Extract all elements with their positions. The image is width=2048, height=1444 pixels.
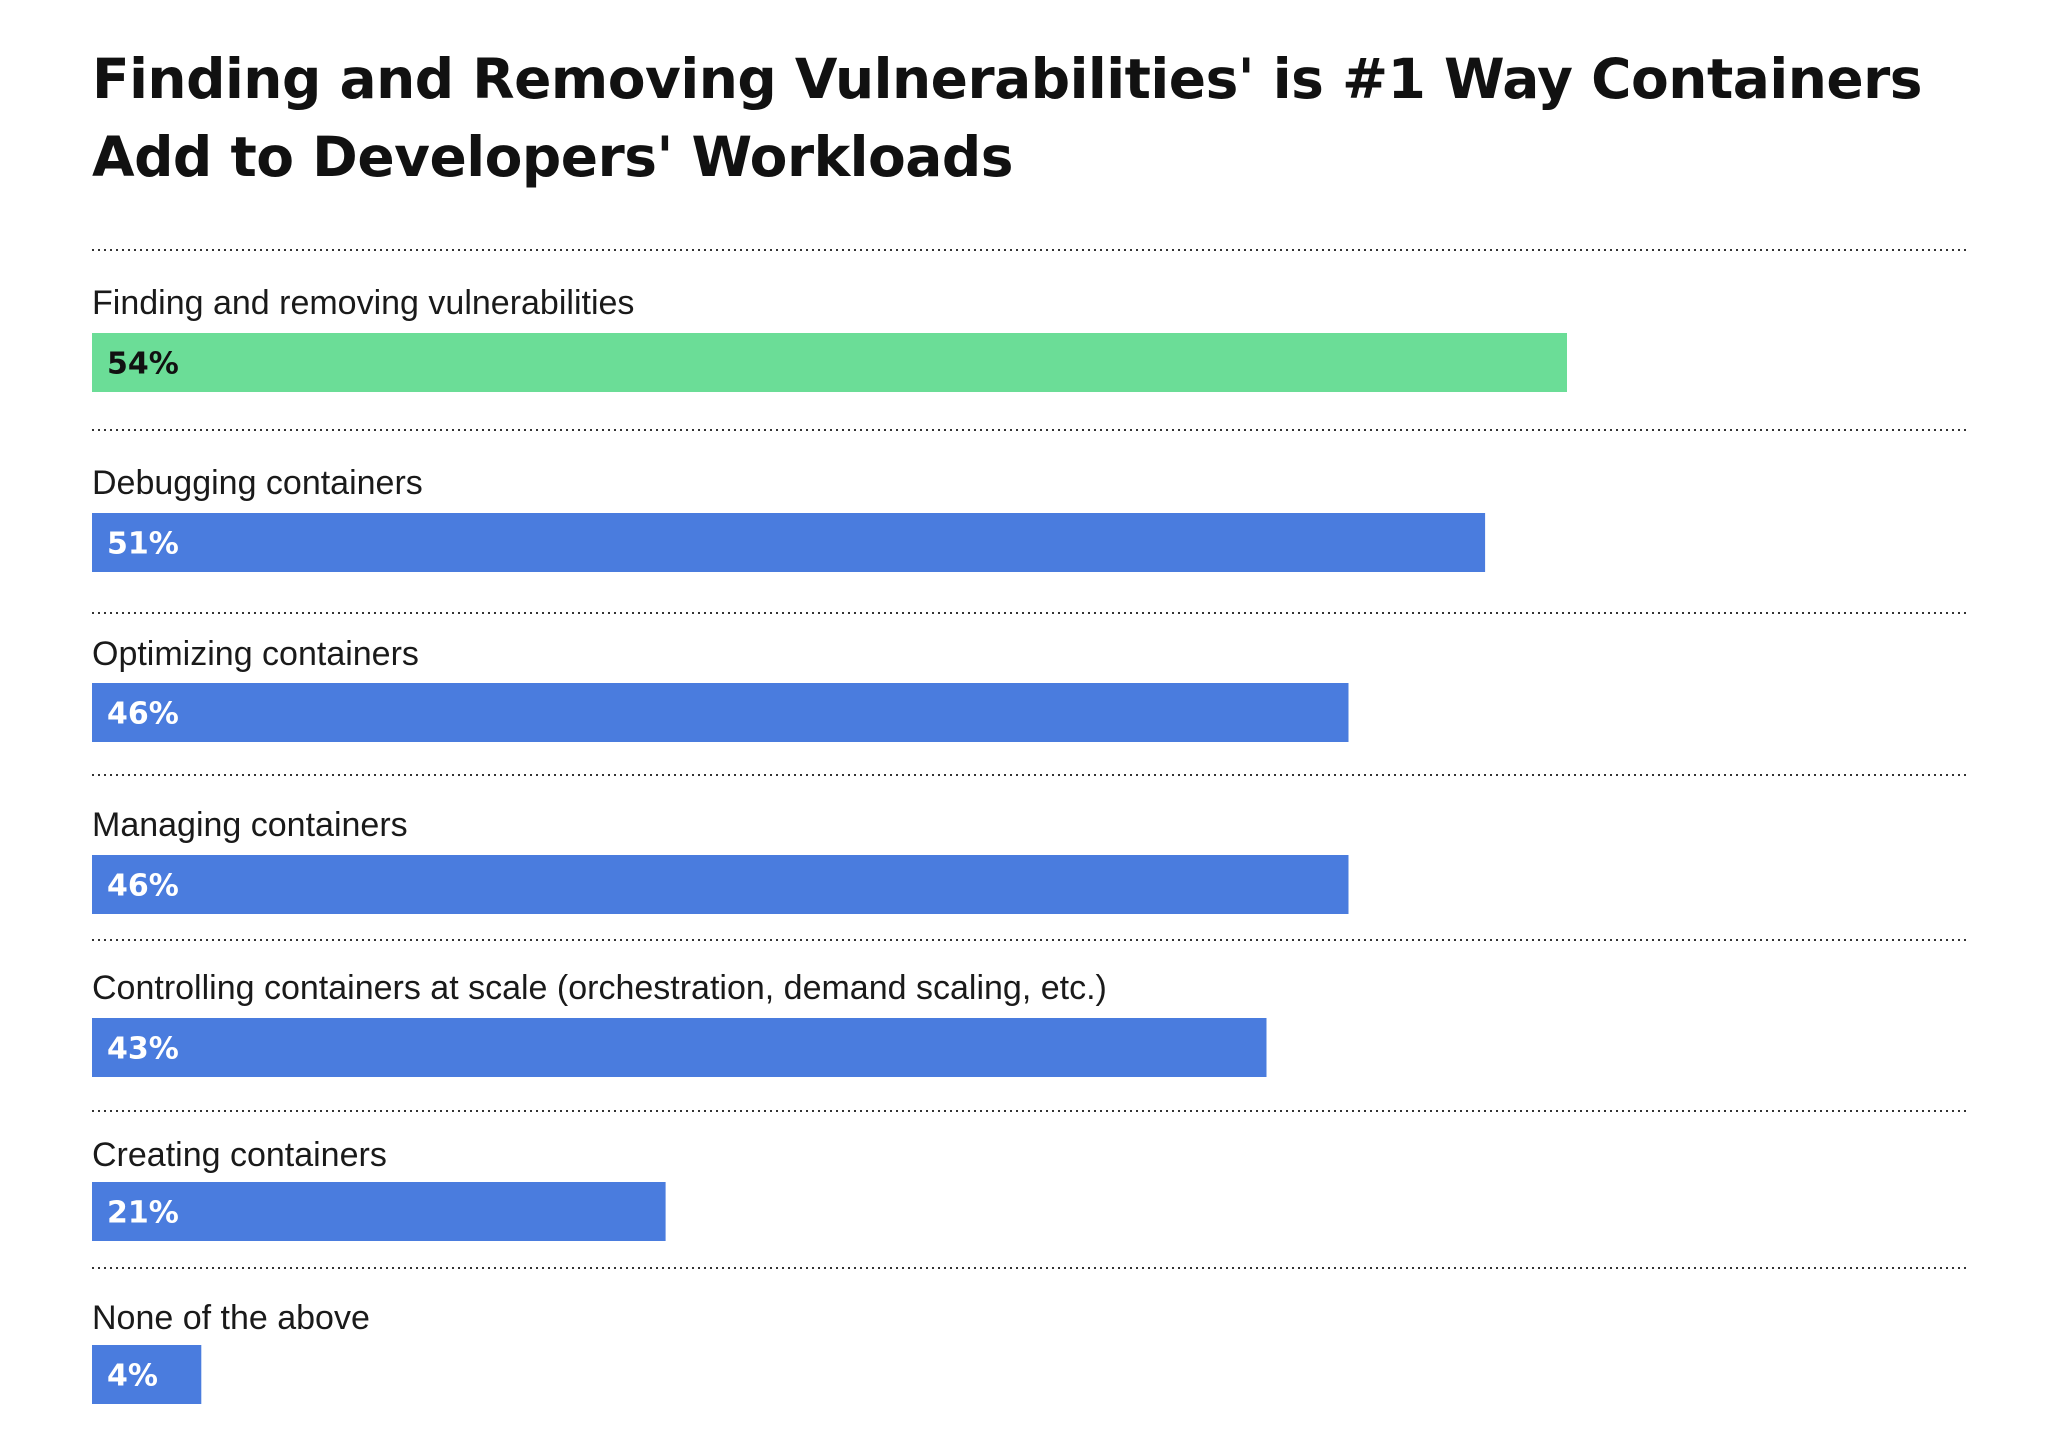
- bar: [92, 1018, 1267, 1077]
- category-label: Optimizing containers: [92, 635, 419, 673]
- value-label: 43%: [107, 1032, 179, 1067]
- value-label: 21%: [107, 1196, 179, 1231]
- value-label: 46%: [107, 697, 179, 732]
- category-label: Creating containers: [92, 1136, 387, 1174]
- category-label: Finding and removing vulnerabilities: [92, 284, 634, 322]
- value-label: 46%: [107, 869, 179, 904]
- bar: [92, 333, 1567, 392]
- bar-chart: Finding and removing vulnerabilities 54% D…: [92, 249, 1970, 1404]
- category-label: Managing containers: [92, 806, 408, 844]
- value-label: 51%: [107, 527, 179, 562]
- category-label: Controlling containers at scale (orchest…: [92, 969, 1107, 1007]
- bar: [92, 683, 1349, 742]
- value-label: 4%: [107, 1359, 158, 1394]
- bar: [92, 513, 1486, 572]
- category-label: Debugging containers: [92, 464, 423, 502]
- category-label: None of the above: [92, 1299, 370, 1337]
- bar: [92, 855, 1349, 914]
- value-label: 54%: [107, 347, 179, 382]
